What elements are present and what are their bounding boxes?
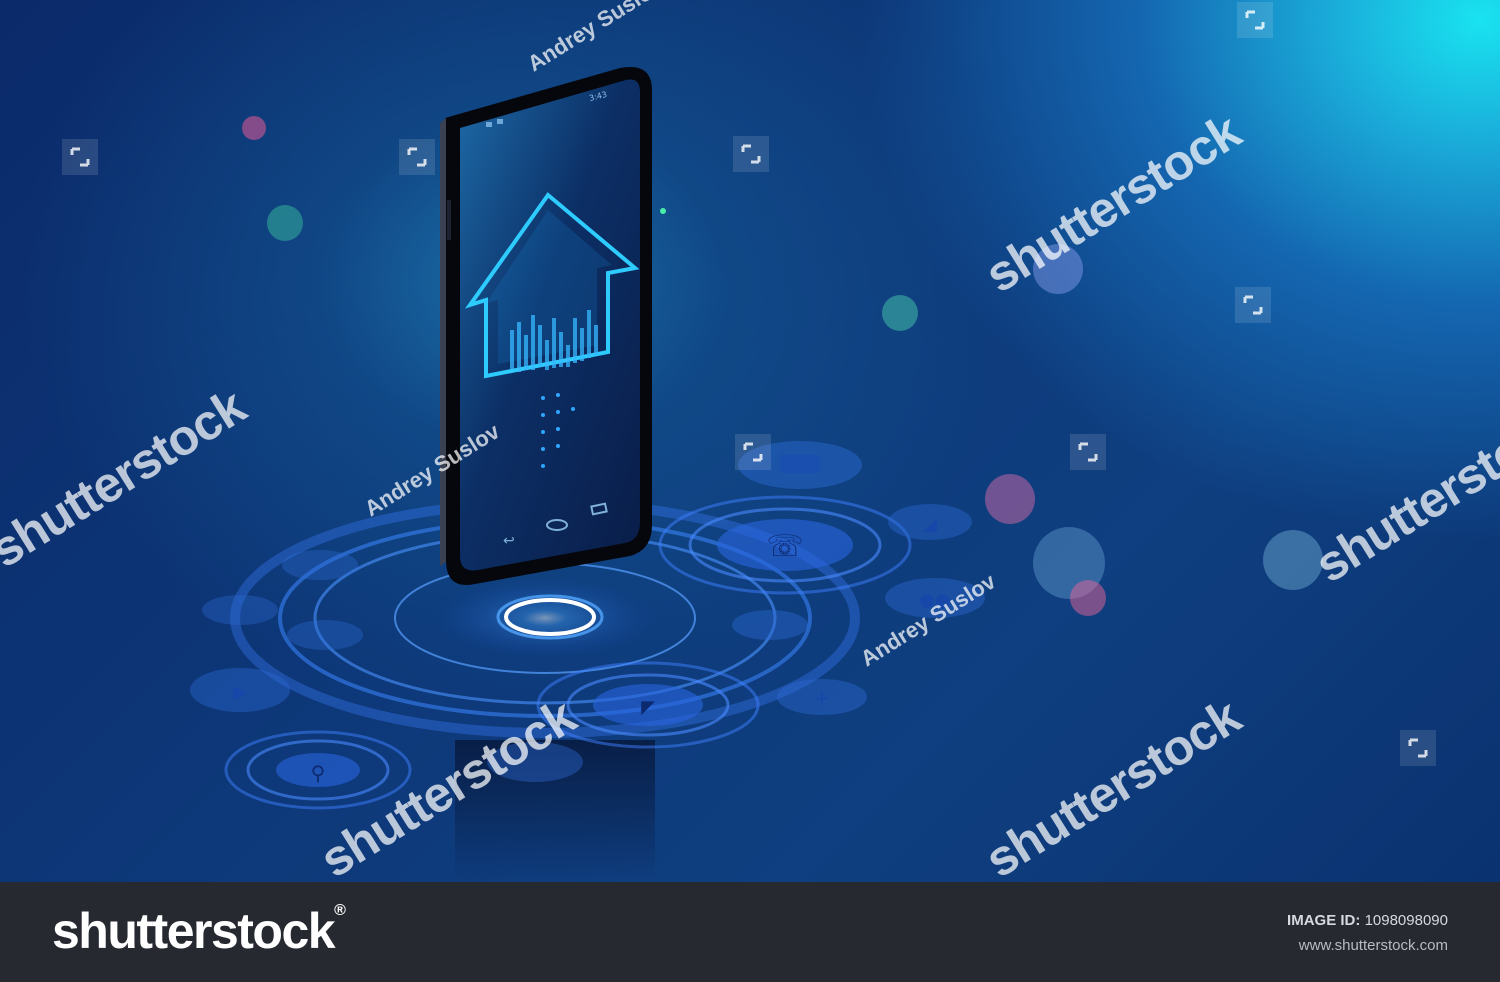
watermark-icon — [1235, 287, 1271, 323]
footer-bar: shutterstock® IMAGE ID: 1098098090 www.s… — [0, 882, 1500, 982]
send-icon: ◤ — [641, 697, 655, 718]
play-icon: ▶ — [233, 682, 247, 703]
watermark-icon — [735, 434, 771, 470]
phone-call-icon: ☏ — [766, 529, 804, 564]
website-url: www.shutterstock.com — [1298, 937, 1448, 954]
smartphone: 3:43 ↩ — [440, 66, 652, 586]
volume-icon: ◢ — [923, 514, 937, 535]
watermark-icon — [733, 136, 769, 172]
shutterstock-logo: shutterstock® — [52, 902, 346, 959]
watermark-icon — [1400, 730, 1436, 766]
watermark-icon — [399, 139, 435, 175]
keyboard-icon — [780, 455, 820, 473]
image-id: IMAGE ID: 1098098090 — [1287, 912, 1448, 929]
plus-icon: + — [814, 686, 831, 710]
watermark-icon — [1070, 434, 1106, 470]
search-icon: ⚲ — [311, 761, 326, 785]
status-icon — [486, 122, 492, 127]
status-icon — [497, 119, 503, 124]
illustration: ☏ ◢ ●● + ▶ ⚲ ◤ 3:43 ↩ shutterstock shutt… — [0, 0, 1500, 882]
back-icon: ↩ — [503, 533, 515, 549]
watermark-icon — [62, 139, 98, 175]
watermark-icon — [1237, 2, 1273, 38]
